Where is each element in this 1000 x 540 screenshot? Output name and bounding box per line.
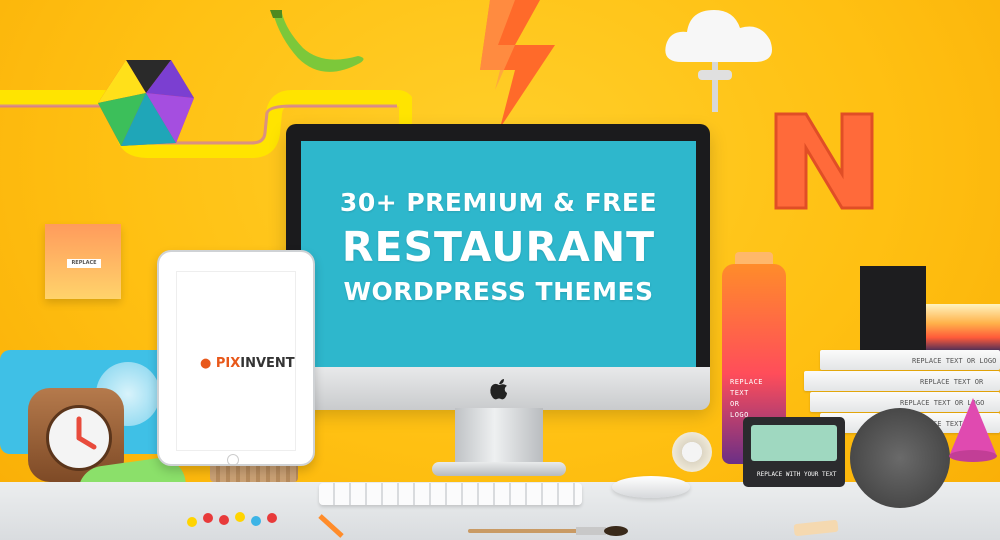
cassette-text: REPLACE WITH YOUR TEXT	[757, 471, 837, 478]
bottle-text-2: TEXT	[730, 389, 749, 397]
logo-text-pix: PIX	[215, 356, 241, 371]
sticky-note-label: REPLACE	[67, 259, 101, 268]
tablet-home-button	[227, 454, 239, 466]
headline-line-1: 30+ PREMIUM & FREE	[339, 188, 658, 217]
lightning-bolt-icon	[480, 0, 555, 128]
logo-bulb-icon: ●	[200, 356, 212, 371]
book-text-1: REPLACE TEXT OR LOGO	[912, 357, 997, 365]
letter-n-icon	[774, 112, 874, 210]
geometric-ball-icon	[98, 60, 194, 146]
monitor-stand	[455, 408, 543, 470]
monitor-stand-foot	[432, 462, 566, 476]
keyboard	[319, 483, 582, 505]
paintbrush-icon	[468, 526, 628, 536]
headline-line-3: WORDPRESS THEMES	[343, 277, 654, 306]
stone-sphere	[850, 408, 950, 508]
scene: REPLACE 30+ PREMIUM & FREE RESTAURANT WO…	[0, 0, 1000, 540]
book-text-2: REPLACE TEXT OR	[920, 378, 984, 386]
cloud-hook-icon	[665, 10, 772, 112]
pencil-icon	[318, 514, 344, 538]
apple-logo-icon	[490, 379, 507, 400]
pink-cone-icon	[949, 398, 997, 462]
eraser-icon	[793, 520, 839, 536]
gradient-block	[926, 304, 1000, 352]
bottle-text-3: OR	[730, 400, 740, 408]
cassette-label	[751, 425, 837, 461]
headline-line-2: RESTAURANT	[341, 223, 656, 271]
push-pins-icon	[187, 512, 277, 527]
black-box	[860, 266, 926, 350]
monitor-screen: 30+ PREMIUM & FREE RESTAURANT WORDPRESS …	[301, 141, 696, 367]
tape-roll	[672, 432, 712, 472]
logo-text-invent: INVENT	[240, 356, 295, 371]
pixinvent-logo: ● PIXINVENT	[200, 356, 295, 371]
mouse	[612, 476, 690, 498]
banana-icon	[270, 10, 364, 72]
bottle-text-1: REPLACE	[730, 378, 764, 386]
